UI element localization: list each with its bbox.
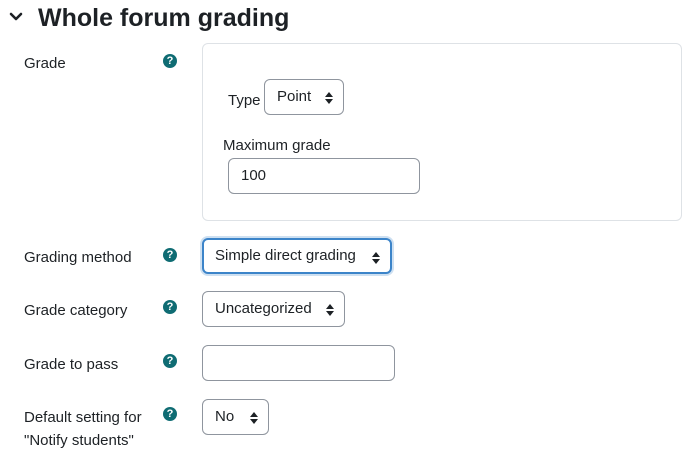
max-grade-label: Maximum grade: [223, 137, 331, 154]
notify-students-select[interactable]: No: [202, 399, 269, 435]
grade-type-value: Point: [277, 88, 312, 105]
select-arrows-icon: [326, 304, 334, 316]
grade-category-select[interactable]: Uncategorized: [202, 291, 345, 327]
section-header[interactable]: Whole forum grading: [0, 0, 689, 36]
section-title: Whole forum grading: [38, 4, 290, 32]
select-arrows-icon: [250, 412, 258, 424]
grade-category-label: Grade category: [24, 302, 128, 319]
grading-method-label: Grading method: [24, 249, 132, 266]
grade-label: Grade: [24, 55, 66, 72]
grade-to-pass-label: Grade to pass: [24, 356, 119, 373]
grading-method-value: Simple direct grading: [215, 247, 356, 264]
grade-type-select[interactable]: Point: [264, 79, 344, 115]
notify-students-help-icon[interactable]: ?: [163, 407, 177, 421]
grade-category-help-icon[interactable]: ?: [163, 300, 177, 314]
grade-to-pass-help-icon[interactable]: ?: [163, 354, 177, 368]
grading-method-help-icon[interactable]: ?: [163, 248, 177, 262]
grade-help-icon[interactable]: ?: [163, 54, 177, 68]
notify-students-label-line1: Default setting for: [24, 409, 142, 426]
max-grade-input[interactable]: 100: [228, 158, 420, 194]
grade-category-value: Uncategorized: [215, 300, 312, 317]
select-arrows-icon: [325, 92, 333, 104]
chevron-down-icon[interactable]: [8, 9, 24, 25]
grade-to-pass-input[interactable]: [202, 345, 395, 381]
notify-students-label-line2: "Notify students": [24, 432, 134, 449]
select-arrows-icon: [372, 252, 380, 264]
grade-type-label: Type: [228, 92, 261, 109]
grading-method-select[interactable]: Simple direct grading: [202, 238, 392, 274]
grade-fieldset: [202, 43, 682, 221]
notify-students-value: No: [215, 408, 235, 425]
